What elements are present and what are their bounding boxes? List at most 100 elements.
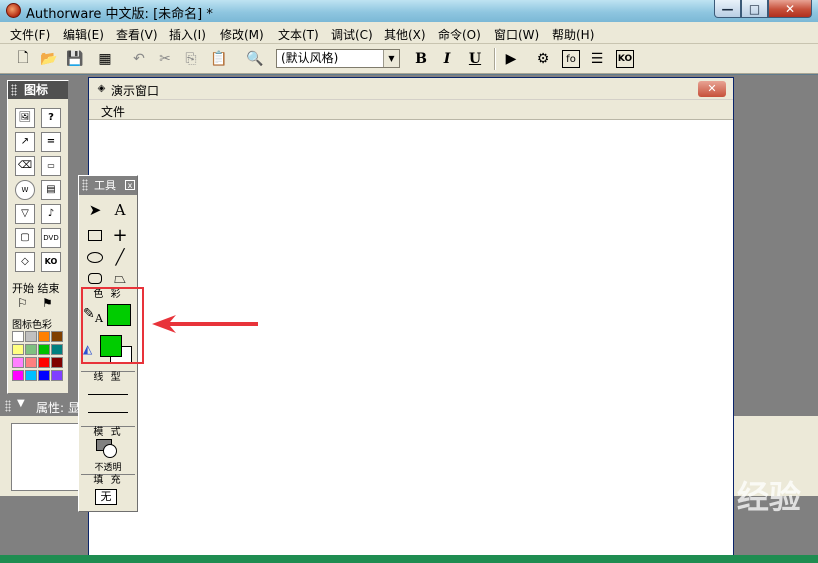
taskbar-strip xyxy=(0,555,818,563)
presentation-window-icon: ◈ xyxy=(97,83,106,94)
crosshair-tool-icon[interactable]: + xyxy=(109,225,131,246)
navigate-icon[interactable]: ▽ xyxy=(15,204,35,224)
presentation-titlebar: ◈ 演示窗口 ✕ xyxy=(89,78,733,100)
sound-icon[interactable]: ♪ xyxy=(41,204,61,224)
undo-icon[interactable]: ↶ xyxy=(130,50,148,68)
italic-button[interactable]: I xyxy=(438,50,456,68)
digital-movie-icon[interactable]: ▤ xyxy=(41,180,61,200)
save-all-icon[interactable]: 💾 xyxy=(66,50,84,68)
end-flag-icon[interactable]: ⚑ xyxy=(42,296,53,310)
bold-button[interactable]: B xyxy=(412,50,430,68)
text-tool-icon[interactable]: A xyxy=(109,200,131,220)
style-select-value: (默认风格) xyxy=(281,51,339,65)
menu-command[interactable]: 命令(O) xyxy=(438,26,481,43)
control-panel-icon[interactable]: ⚙ xyxy=(534,50,552,68)
menu-modify[interactable]: 修改(M) xyxy=(220,26,264,43)
presentation-title: 演示窗口 xyxy=(111,84,160,98)
thick-line-option[interactable] xyxy=(88,412,128,413)
paste-icon[interactable]: 📋 xyxy=(210,50,228,68)
icon-color-swatch[interactable] xyxy=(25,331,37,342)
menu-edit[interactable]: 编辑(E) xyxy=(63,26,104,43)
wait-icon[interactable]: W xyxy=(15,180,35,200)
find-icon[interactable]: 🔍 xyxy=(246,50,264,68)
close-button[interactable]: ✕ xyxy=(768,0,812,18)
minimize-button[interactable]: — xyxy=(714,0,741,18)
mode-value[interactable]: 不透明 xyxy=(79,460,137,473)
rectangle-tool-icon[interactable] xyxy=(84,225,106,245)
display-icon[interactable]: 🖼 xyxy=(15,108,35,128)
window-title: Authorware 中文版: [未命名] * xyxy=(26,7,213,22)
interaction-icon[interactable]: ? xyxy=(41,108,61,128)
icon-color-swatch[interactable] xyxy=(38,370,50,381)
icon-color-swatch[interactable] xyxy=(25,344,37,355)
icon-color-swatch[interactable] xyxy=(38,357,50,368)
menu-insert[interactable]: 插入(I) xyxy=(169,26,206,43)
presentation-close-button[interactable]: ✕ xyxy=(698,81,726,97)
framework-icon[interactable]: ▢ xyxy=(15,228,35,248)
map-icon[interactable]: ▭ xyxy=(41,156,61,176)
menu-other[interactable]: 其他(X) xyxy=(384,26,426,43)
icon-color-swatch[interactable] xyxy=(12,357,24,368)
tools-close-icon[interactable]: x xyxy=(125,180,135,190)
new-file-icon[interactable]: 🗋 xyxy=(14,50,32,68)
icon-palette-header: 图标 xyxy=(8,81,68,99)
icon-color-swatch[interactable] xyxy=(51,370,63,381)
cut-icon[interactable]: ✂ xyxy=(156,50,174,68)
decision-icon[interactable]: ◇ xyxy=(15,252,35,272)
variables-icon[interactable]: ☰ xyxy=(588,50,606,68)
polygon-tool-icon[interactable]: ⏢ xyxy=(109,268,131,288)
icon-color-swatch[interactable] xyxy=(25,357,37,368)
erase-icon[interactable]: ⌫ xyxy=(15,156,35,176)
restart-icon[interactable]: ▶ xyxy=(502,50,520,68)
line-tool-icon[interactable]: ╱ xyxy=(109,247,131,267)
fill-none-option[interactable]: 无 xyxy=(95,489,117,505)
calculation-icon[interactable]: = xyxy=(41,132,61,152)
icon-color-swatch[interactable] xyxy=(38,331,50,342)
copy-icon[interactable]: ⎘ xyxy=(182,50,200,68)
presentation-menu-file[interactable]: 文件 xyxy=(101,103,125,120)
icon-color-swatch[interactable] xyxy=(12,370,24,381)
menu-help[interactable]: 帮助(H) xyxy=(552,26,594,43)
pointer-tool-icon[interactable]: ➤ xyxy=(84,200,106,220)
icon-color-swatch[interactable] xyxy=(12,344,24,355)
menu-bar: 文件(F) 编辑(E) 查看(V) 插入(I) 修改(M) 文本(T) 调试(C… xyxy=(0,22,818,44)
knowledge-object-icon[interactable]: KO xyxy=(41,252,61,272)
underline-button[interactable]: U xyxy=(466,50,484,68)
start-flag-icon[interactable]: ⚐ xyxy=(17,296,28,310)
menu-debug[interactable]: 调试(C) xyxy=(331,26,373,43)
color-highlight-box xyxy=(81,287,144,364)
icon-color-swatch[interactable] xyxy=(38,344,50,355)
menu-window[interactable]: 窗口(W) xyxy=(494,26,539,43)
icon-color-swatch[interactable] xyxy=(12,331,24,342)
toolbar: 🗋 📂 💾 ▦ ↶ ✂ ⎘ 📋 🔍 B I U ▶ ⚙ fo ☰ KO xyxy=(0,44,818,74)
grip-icon[interactable] xyxy=(11,84,17,96)
functions-icon[interactable]: fo xyxy=(562,50,580,68)
red-arrow-icon xyxy=(152,315,258,333)
style-select[interactable]: (默认风格) ▼ xyxy=(276,49,400,68)
menu-file[interactable]: 文件(F) xyxy=(10,26,50,43)
motion-icon[interactable]: ↗ xyxy=(15,132,35,152)
grip-icon[interactable] xyxy=(5,400,11,412)
rounded-rect-tool-icon[interactable] xyxy=(84,268,106,288)
grip-icon[interactable] xyxy=(82,179,88,191)
ellipse-tool-icon[interactable] xyxy=(84,247,106,267)
icon-color-swatch[interactable] xyxy=(51,331,63,342)
tools-title: 工具 xyxy=(94,179,116,192)
menu-view[interactable]: 查看(V) xyxy=(116,26,158,43)
maximize-button[interactable]: □ xyxy=(741,0,768,18)
import-icon[interactable]: ▦ xyxy=(96,50,114,68)
properties-preview xyxy=(11,423,79,491)
icon-color-swatch[interactable] xyxy=(51,344,63,355)
watermark-sub: jingyan.baidu.com xyxy=(627,510,729,523)
dvd-icon[interactable]: DVD xyxy=(41,228,61,248)
knowledge-objects-icon[interactable]: KO xyxy=(616,50,634,68)
icon-color-swatch[interactable] xyxy=(51,357,63,368)
chevron-down-icon[interactable]: ▼ xyxy=(383,50,399,67)
fill-section-label: 填 充 xyxy=(81,474,135,486)
toolbar-separator xyxy=(494,48,496,70)
menu-text[interactable]: 文本(T) xyxy=(278,26,319,43)
icon-color-swatch[interactable] xyxy=(25,370,37,381)
collapse-icon[interactable]: ▼ xyxy=(17,398,25,409)
thin-line-option[interactable] xyxy=(88,394,128,395)
open-file-icon[interactable]: 📂 xyxy=(40,50,58,68)
